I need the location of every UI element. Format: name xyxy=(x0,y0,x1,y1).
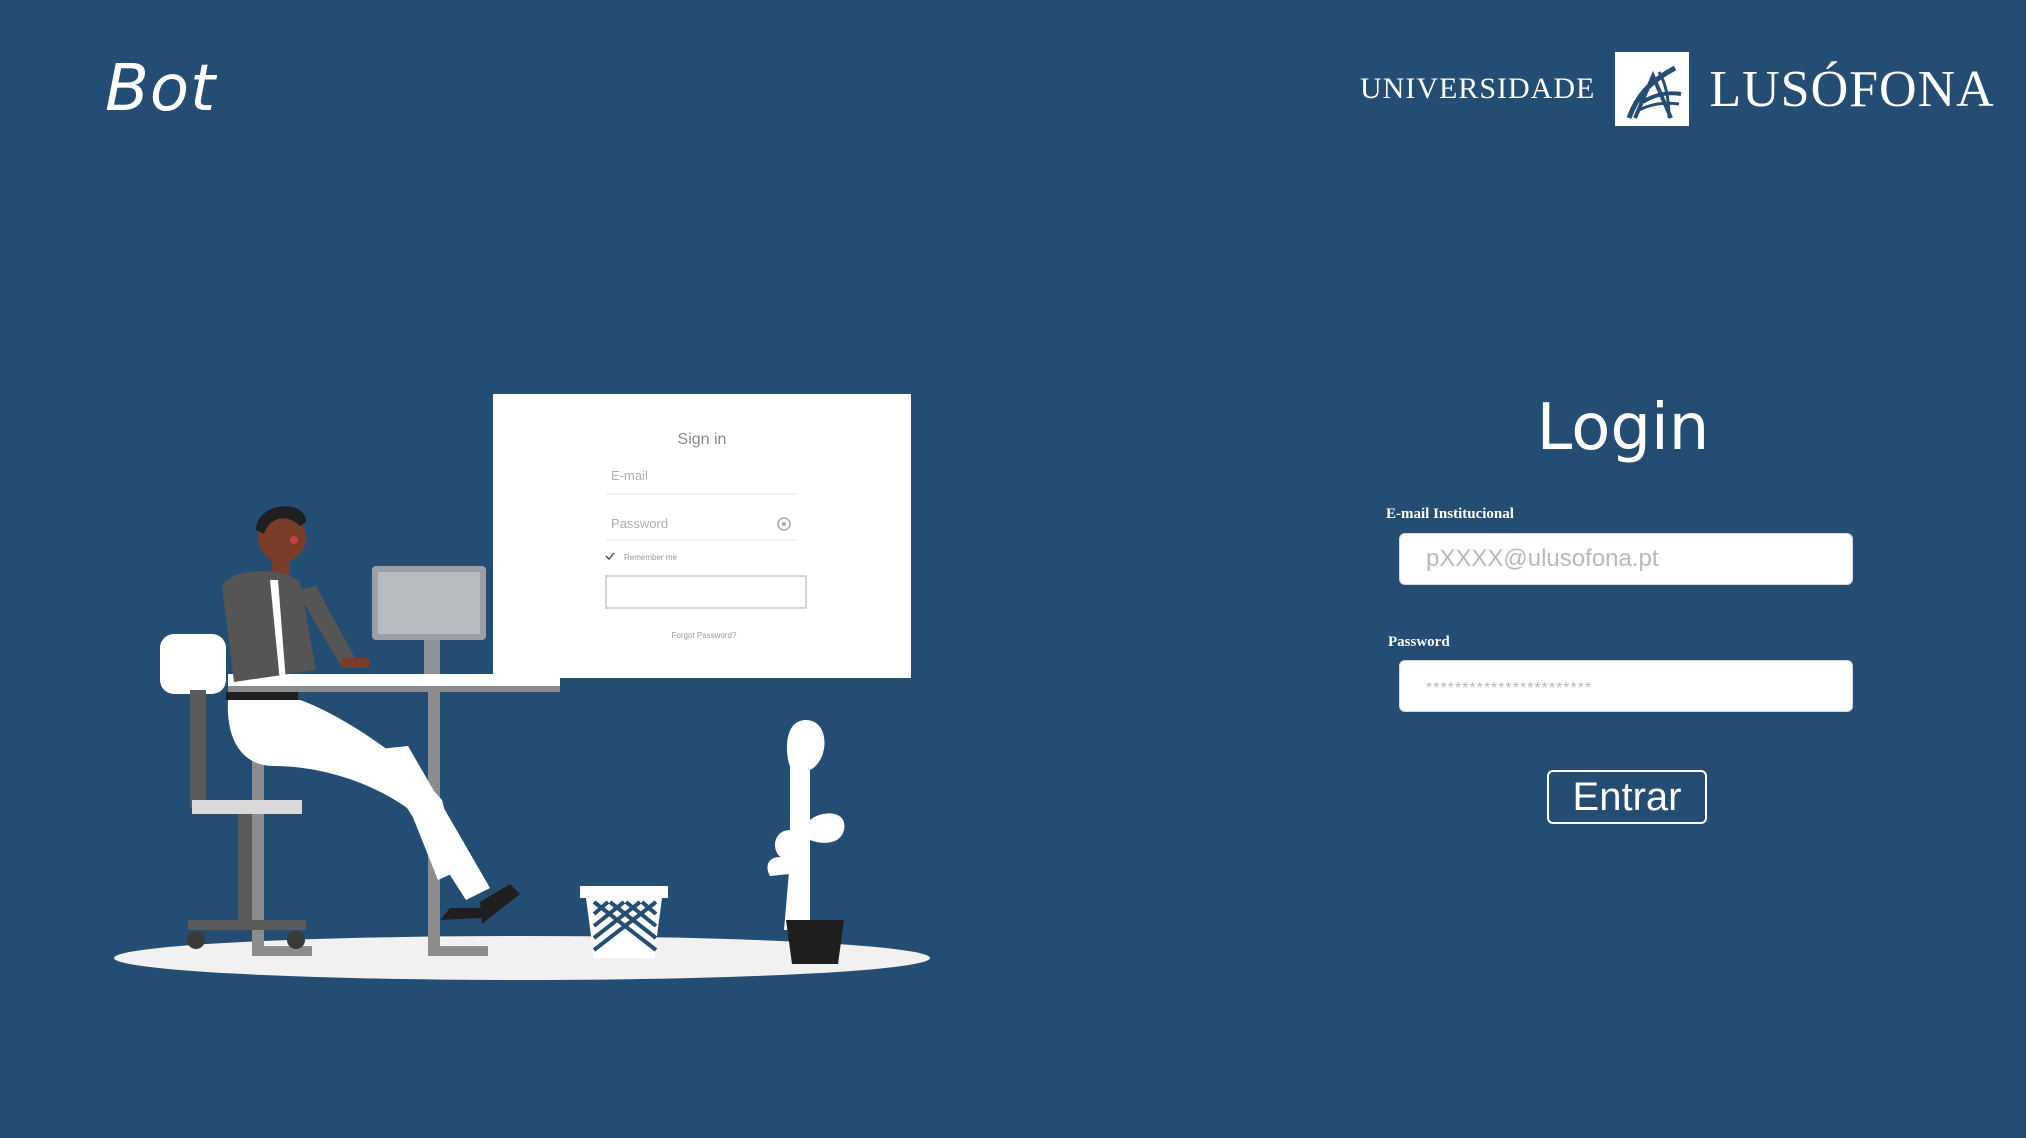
chair-back xyxy=(160,634,226,694)
desk-top xyxy=(228,674,560,686)
person-at-desk-illustration: Sign in E-mail Password Remember me Forg… xyxy=(110,390,950,990)
login-page: Bot UNIVERSIDADE LUSÓFONA Sign in E-mail xyxy=(0,0,2026,1138)
password-field[interactable] xyxy=(1399,660,1853,712)
email-field[interactable] xyxy=(1399,533,1853,585)
app-brand: Bot xyxy=(105,52,217,126)
university-logo: UNIVERSIDADE LUSÓFONA xyxy=(1360,52,1995,126)
lusofona-emblem-icon xyxy=(1615,52,1690,126)
signin-card-button xyxy=(605,575,807,609)
signin-card-remember: Remember me xyxy=(624,553,677,562)
waste-basket xyxy=(580,886,668,958)
password-label: Password xyxy=(1388,634,1450,650)
logo-text-lusofona: LUSÓFONA xyxy=(1709,60,1995,118)
logo-text-universidade: UNIVERSIDADE xyxy=(1360,72,1596,105)
cactus-plant xyxy=(767,720,845,964)
login-title: Login xyxy=(1536,391,1710,465)
email-label: E-mail Institucional xyxy=(1386,506,1514,522)
enter-button[interactable]: Entrar xyxy=(1547,770,1707,824)
signin-card-password: Password xyxy=(611,516,668,531)
signin-card-title: Sign in xyxy=(678,431,727,448)
signin-card-email: E-mail xyxy=(611,468,648,483)
person-torso xyxy=(222,571,316,682)
plant-pot xyxy=(786,920,844,964)
signin-card-forgot: Forgot Password? xyxy=(672,631,737,640)
